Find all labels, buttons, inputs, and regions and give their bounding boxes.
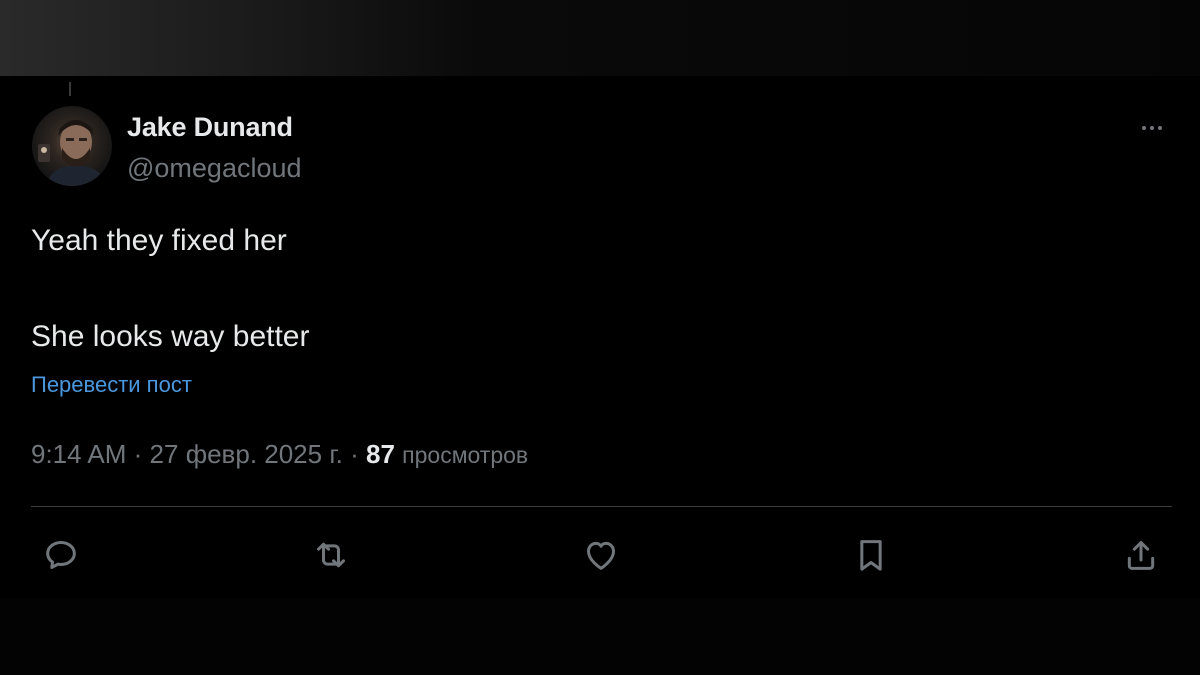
reply-button[interactable] <box>40 534 82 576</box>
heart-icon <box>587 541 615 570</box>
meta-separator: · <box>133 439 143 469</box>
avatar-image <box>38 120 106 186</box>
more-dot-icon <box>1158 126 1162 130</box>
avatar[interactable] <box>32 106 112 186</box>
bookmark-icon <box>860 540 882 571</box>
share-button[interactable] <box>1120 534 1162 576</box>
tweet-text-line: Yeah they fixed her <box>31 224 287 257</box>
post-date[interactable]: 27 февр. 2025 г. <box>150 439 343 469</box>
tweet-text-line: She looks way better <box>31 320 310 353</box>
author-handle[interactable]: @omegacloud <box>127 153 302 184</box>
more-dot-icon <box>1142 126 1146 130</box>
translate-post-link[interactable]: Перевести пост <box>31 372 192 398</box>
divider <box>31 506 1172 507</box>
meta-separator: · <box>350 439 359 469</box>
retweet-icon <box>317 542 345 568</box>
bookmark-button[interactable] <box>850 534 892 576</box>
reply-icon <box>46 541 76 569</box>
post-meta: 9:14 AM · 27 февр. 2025 г. · 87 просмотр… <box>31 439 528 470</box>
retweet-button[interactable] <box>310 534 352 576</box>
more-dot-icon <box>1150 126 1154 130</box>
like-button[interactable] <box>580 534 622 576</box>
post-time[interactable]: 9:14 AM <box>31 439 126 469</box>
thread-connector-line <box>69 82 71 96</box>
views-label[interactable]: просмотров <box>402 442 528 468</box>
share-icon <box>1127 541 1155 570</box>
next-post-area <box>0 598 1200 675</box>
author-display-name[interactable]: Jake Dunand <box>127 112 293 143</box>
more-options-button[interactable] <box>1130 110 1174 146</box>
views-count[interactable]: 87 <box>366 439 395 469</box>
previous-post-area <box>0 0 1200 76</box>
